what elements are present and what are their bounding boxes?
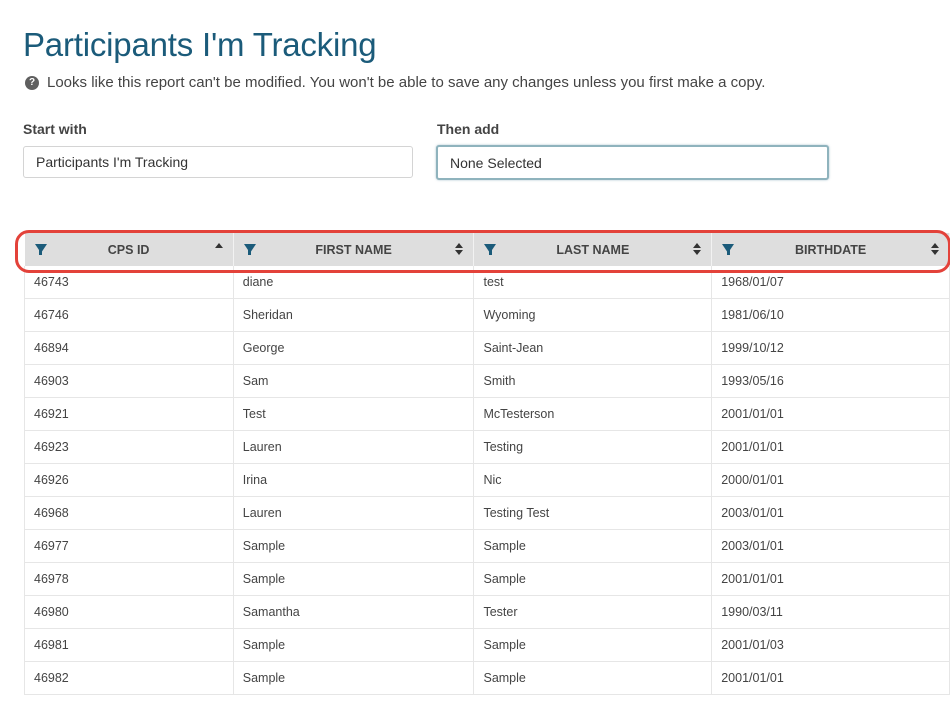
cell-birthdate: 2003/01/01: [711, 529, 950, 563]
cell-birthdate: 2001/01/03: [711, 628, 950, 662]
table-row[interactable]: 46978 Sample Sample 2001/01/01: [24, 562, 950, 596]
cell-birthdate: 1968/01/07: [711, 266, 950, 299]
cell-first-name: Sample: [233, 661, 475, 695]
cell-last-name: Nic: [473, 463, 713, 497]
table-row[interactable]: 46981 Sample Sample 2001/01/03: [24, 628, 950, 662]
column-header-birthdate[interactable]: BIRTHDATE: [711, 233, 950, 266]
table-row[interactable]: 46894 George Saint-Jean 1999/10/12: [24, 331, 950, 365]
cell-first-name: Sam: [233, 364, 475, 398]
table-row[interactable]: 46743 diane test 1968/01/07: [24, 266, 950, 299]
cell-last-name: Wyoming: [473, 298, 713, 332]
column-label: LAST NAME: [556, 242, 630, 257]
cell-cps-id: 46982: [24, 661, 234, 695]
help-icon: ?: [25, 75, 39, 90]
table-row[interactable]: 46926 Irina Nic 2000/01/01: [24, 463, 950, 497]
cell-cps-id: 46926: [24, 463, 234, 497]
cell-cps-id: 46746: [24, 298, 234, 332]
table-row[interactable]: 46977 Sample Sample 2003/01/01: [24, 529, 950, 563]
start-with-select[interactable]: Participants I'm Tracking: [23, 146, 413, 178]
cell-first-name: Samantha: [233, 595, 475, 629]
page-title: Participants I'm Tracking: [23, 26, 377, 63]
cell-cps-id: 46743: [24, 266, 234, 299]
cell-first-name: Sample: [233, 628, 475, 662]
cell-first-name: Irina: [233, 463, 475, 497]
then-add-label: Then add: [437, 121, 500, 137]
cell-first-name: George: [233, 331, 475, 365]
cell-cps-id: 46903: [24, 364, 234, 398]
participants-table: CPS ID FIRST NAME LAST NAME BIRTHDATE 46…: [24, 233, 950, 695]
cell-birthdate: 2001/01/01: [711, 397, 950, 431]
then-add-select[interactable]: None Selected: [436, 145, 829, 180]
column-header-cps-id[interactable]: CPS ID: [24, 233, 234, 266]
cell-birthdate: 2001/01/01: [711, 430, 950, 464]
filter-icon[interactable]: [243, 244, 256, 255]
cell-birthdate: 1993/05/16: [711, 364, 950, 398]
column-header-first-name[interactable]: FIRST NAME: [233, 233, 475, 266]
cell-first-name: Test: [233, 397, 475, 431]
cell-last-name: Sample: [473, 661, 713, 695]
table-header-row: CPS ID FIRST NAME LAST NAME BIRTHDATE: [24, 233, 950, 266]
notice-text: Looks like this report can't be modified…: [47, 74, 766, 91]
cell-cps-id: 46968: [24, 496, 234, 530]
column-label: BIRTHDATE: [794, 242, 867, 257]
cell-cps-id: 46977: [24, 529, 234, 563]
cell-first-name: Sheridan: [233, 298, 475, 332]
table-row[interactable]: 46980 Samantha Tester 1990/03/11: [24, 595, 950, 629]
sort-icon[interactable]: [455, 243, 464, 255]
read-only-notice: ? Looks like this report can't be modifi…: [25, 74, 765, 91]
filter-icon[interactable]: [484, 244, 497, 255]
sort-icon[interactable]: [931, 243, 939, 255]
cell-cps-id: 46981: [24, 628, 234, 662]
cell-cps-id: 46921: [24, 397, 234, 431]
cell-last-name: Saint-Jean: [473, 331, 713, 365]
filter-icon[interactable]: [722, 244, 735, 255]
table-row[interactable]: 46746 Sheridan Wyoming 1981/06/10: [24, 298, 950, 332]
cell-birthdate: 1981/06/10: [711, 298, 950, 332]
column-label: CPS ID: [107, 242, 150, 257]
table-row[interactable]: 46923 Lauren Testing 2001/01/01: [24, 430, 950, 464]
cell-first-name: Lauren: [233, 496, 475, 530]
cell-birthdate: 2000/01/01: [711, 463, 950, 497]
sort-ascending-icon[interactable]: [214, 243, 223, 248]
cell-cps-id: 46980: [24, 595, 234, 629]
cell-cps-id: 46978: [24, 562, 234, 596]
cell-last-name: McTesterson: [473, 397, 713, 431]
cell-last-name: Sample: [473, 529, 713, 563]
cell-cps-id: 46923: [24, 430, 234, 464]
column-header-last-name[interactable]: LAST NAME: [473, 233, 713, 266]
cell-birthdate: 2001/01/01: [711, 562, 950, 596]
cell-last-name: Smith: [473, 364, 713, 398]
cell-last-name: Testing: [473, 430, 713, 464]
cell-birthdate: 2001/01/01: [711, 661, 950, 695]
cell-first-name: Sample: [233, 562, 475, 596]
table-row[interactable]: 46903 Sam Smith 1993/05/16: [24, 364, 950, 398]
table-row[interactable]: 46968 Lauren Testing Test 2003/01/01: [24, 496, 950, 530]
cell-birthdate: 2003/01/01: [711, 496, 950, 530]
start-with-label: Start with: [23, 121, 87, 137]
cell-first-name: Sample: [233, 529, 475, 563]
cell-last-name: Sample: [473, 562, 713, 596]
column-label: FIRST NAME: [315, 242, 392, 257]
cell-last-name: Testing Test: [473, 496, 713, 530]
cell-first-name: Lauren: [233, 430, 475, 464]
table-row[interactable]: 46982 Sample Sample 2001/01/01: [24, 661, 950, 695]
cell-first-name: diane: [233, 266, 475, 299]
cell-cps-id: 46894: [24, 331, 234, 365]
filter-icon[interactable]: [34, 244, 47, 255]
cell-birthdate: 1999/10/12: [711, 331, 950, 365]
sort-icon[interactable]: [693, 243, 702, 255]
cell-birthdate: 1990/03/11: [711, 595, 950, 629]
cell-last-name: test: [473, 266, 713, 299]
table-row[interactable]: 46921 Test McTesterson 2001/01/01: [24, 397, 950, 431]
cell-last-name: Tester: [473, 595, 713, 629]
cell-last-name: Sample: [473, 628, 713, 662]
